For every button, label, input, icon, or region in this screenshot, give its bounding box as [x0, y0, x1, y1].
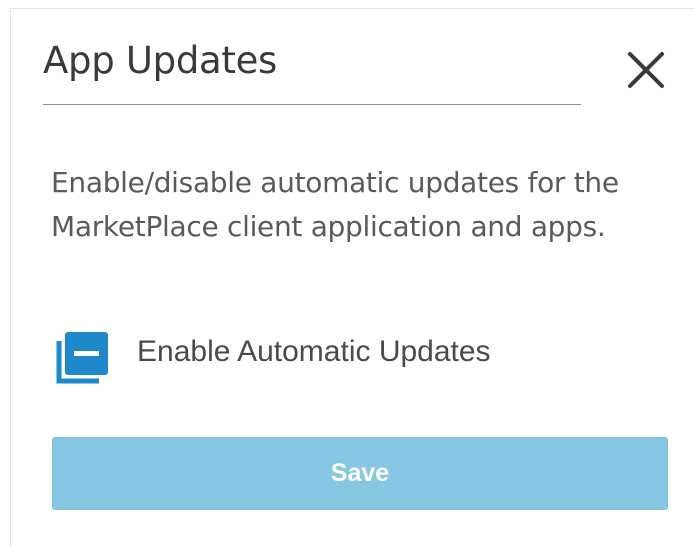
close-icon: [628, 52, 664, 88]
dialog-description: Enable/disable automatic updates for the…: [51, 166, 619, 243]
title-divider: [43, 104, 581, 105]
enable-automatic-updates-row[interactable]: Enable Automatic Updates: [55, 329, 615, 385]
enable-automatic-updates-label: Enable Automatic Updates: [137, 335, 491, 368]
app-updates-dialog: App Updates Enable/disable automatic upd…: [10, 8, 694, 546]
dialog-title: App Updates: [43, 39, 278, 82]
collapse-square-icon: [56, 332, 108, 384]
save-button[interactable]: Save: [52, 437, 668, 510]
enable-automatic-updates-checkbox[interactable]: [55, 329, 111, 385]
close-button[interactable]: [623, 47, 669, 93]
